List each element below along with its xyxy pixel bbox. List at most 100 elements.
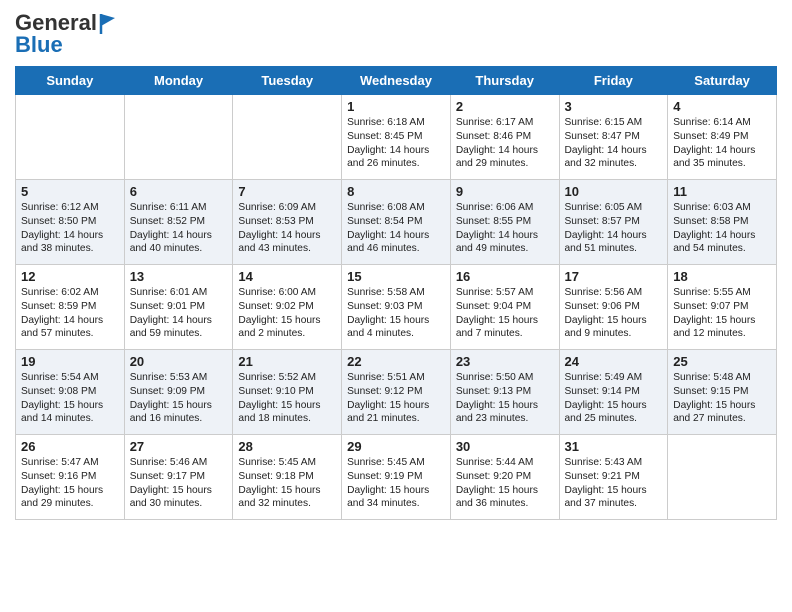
logo-flag-icon xyxy=(99,12,117,34)
cell-info: Sunrise: 5:56 AMSunset: 9:06 PMDaylight:… xyxy=(565,286,663,341)
calendar-cell: 28 Sunrise: 5:45 AMSunset: 9:18 PMDayligh… xyxy=(233,435,342,520)
calendar-cell: 11 Sunrise: 6:03 AMSunset: 8:58 PMDayligh… xyxy=(668,180,777,265)
calendar-cell: 30 Sunrise: 5:44 AMSunset: 9:20 PMDayligh… xyxy=(450,435,559,520)
day-number: 24 xyxy=(565,354,663,369)
day-number: 16 xyxy=(456,269,554,284)
calendar-cell: 20 Sunrise: 5:53 AMSunset: 9:09 PMDayligh… xyxy=(124,350,233,435)
cell-info: Sunrise: 6:01 AMSunset: 9:01 PMDaylight:… xyxy=(130,286,228,341)
weekday-header-sunday: Sunday xyxy=(16,67,125,95)
cell-info: Sunrise: 5:52 AMSunset: 9:10 PMDaylight:… xyxy=(238,371,336,426)
calendar-cell: 25Sunrise: 5:48 AMSunset: 9:15 PMDayligh… xyxy=(668,350,777,435)
weekday-header-friday: Friday xyxy=(559,67,668,95)
cell-info: Sunrise: 5:57 AMSunset: 9:04 PMDaylight:… xyxy=(456,286,554,341)
calendar-cell: 6 Sunrise: 6:11 AMSunset: 8:52 PMDaylight… xyxy=(124,180,233,265)
cell-info: Sunrise: 5:54 AMSunset: 9:08 PMDaylight:… xyxy=(21,371,119,426)
cell-info: Sunrise: 6:18 AMSunset: 8:45 PMDaylight:… xyxy=(347,116,445,171)
calendar-week-row: 1 Sunrise: 6:18 AMSunset: 8:45 PMDaylight… xyxy=(16,95,777,180)
calendar-cell: 19Sunrise: 5:54 AMSunset: 9:08 PMDayligh… xyxy=(16,350,125,435)
cell-info: Sunrise: 6:03 AMSunset: 8:58 PMDaylight:… xyxy=(673,201,771,256)
cell-info: Sunrise: 6:15 AMSunset: 8:47 PMDaylight:… xyxy=(565,116,663,171)
calendar-cell: 10 Sunrise: 6:05 AMSunset: 8:57 PMDayligh… xyxy=(559,180,668,265)
day-number: 18 xyxy=(673,269,771,284)
calendar-cell: 17 Sunrise: 5:56 AMSunset: 9:06 PMDayligh… xyxy=(559,265,668,350)
calendar-cell: 23Sunrise: 5:50 AMSunset: 9:13 PMDayligh… xyxy=(450,350,559,435)
calendar-cell: 12 Sunrise: 6:02 AMSunset: 8:59 PMDayligh… xyxy=(16,265,125,350)
calendar-cell: 26 Sunrise: 5:47 AMSunset: 9:16 PMDayligh… xyxy=(16,435,125,520)
calendar-cell: 2 Sunrise: 6:17 AMSunset: 8:46 PMDaylight… xyxy=(450,95,559,180)
day-number: 9 xyxy=(456,184,554,199)
cell-info: Sunrise: 6:14 AMSunset: 8:49 PMDaylight:… xyxy=(673,116,771,171)
day-number: 25 xyxy=(673,354,771,369)
calendar-cell xyxy=(16,95,125,180)
cell-info: Sunrise: 5:49 AMSunset: 9:14 PMDaylight:… xyxy=(565,371,663,426)
day-number: 27 xyxy=(130,439,228,454)
cell-info: Sunrise: 6:17 AMSunset: 8:46 PMDaylight:… xyxy=(456,116,554,171)
cell-info: Sunrise: 5:45 AMSunset: 9:19 PMDaylight:… xyxy=(347,456,445,511)
calendar-cell: 8Sunrise: 6:08 AMSunset: 8:54 PMDaylight… xyxy=(342,180,451,265)
cell-info: Sunrise: 5:45 AMSunset: 9:18 PMDaylight:… xyxy=(238,456,336,511)
day-number: 23 xyxy=(456,354,554,369)
calendar-cell: 4 Sunrise: 6:14 AMSunset: 8:49 PMDaylight… xyxy=(668,95,777,180)
day-number: 10 xyxy=(565,184,663,199)
calendar-cell: 27 Sunrise: 5:46 AMSunset: 9:17 PMDayligh… xyxy=(124,435,233,520)
day-number: 30 xyxy=(456,439,554,454)
cell-info: Sunrise: 5:58 AMSunset: 9:03 PMDaylight:… xyxy=(347,286,445,341)
cell-info: Sunrise: 6:12 AMSunset: 8:50 PMDaylight:… xyxy=(21,201,119,256)
calendar-cell: 24 Sunrise: 5:49 AMSunset: 9:14 PMDayligh… xyxy=(559,350,668,435)
day-number: 17 xyxy=(565,269,663,284)
day-number: 14 xyxy=(238,269,336,284)
calendar-cell: 9 Sunrise: 6:06 AMSunset: 8:55 PMDaylight… xyxy=(450,180,559,265)
weekday-header-wednesday: Wednesday xyxy=(342,67,451,95)
day-number: 12 xyxy=(21,269,119,284)
calendar-cell: 21 Sunrise: 5:52 AMSunset: 9:10 PMDayligh… xyxy=(233,350,342,435)
calendar-cell: 7Sunrise: 6:09 AMSunset: 8:53 PMDaylight… xyxy=(233,180,342,265)
cell-info: Sunrise: 5:44 AMSunset: 9:20 PMDaylight:… xyxy=(456,456,554,511)
day-number: 5 xyxy=(21,184,119,199)
cell-info: Sunrise: 6:08 AMSunset: 8:54 PMDaylight:… xyxy=(347,201,445,256)
weekday-header-tuesday: Tuesday xyxy=(233,67,342,95)
calendar-cell xyxy=(668,435,777,520)
cell-info: Sunrise: 5:55 AMSunset: 9:07 PMDaylight:… xyxy=(673,286,771,341)
calendar-week-row: 5 Sunrise: 6:12 AMSunset: 8:50 PMDaylight… xyxy=(16,180,777,265)
day-number: 20 xyxy=(130,354,228,369)
calendar-week-row: 19Sunrise: 5:54 AMSunset: 9:08 PMDayligh… xyxy=(16,350,777,435)
page-header: General Blue xyxy=(15,10,777,58)
cell-info: Sunrise: 5:46 AMSunset: 9:17 PMDaylight:… xyxy=(130,456,228,511)
calendar-cell: 29 Sunrise: 5:45 AMSunset: 9:19 PMDayligh… xyxy=(342,435,451,520)
day-number: 26 xyxy=(21,439,119,454)
cell-info: Sunrise: 6:11 AMSunset: 8:52 PMDaylight:… xyxy=(130,201,228,256)
day-number: 29 xyxy=(347,439,445,454)
day-number: 13 xyxy=(130,269,228,284)
cell-info: Sunrise: 6:02 AMSunset: 8:59 PMDaylight:… xyxy=(21,286,119,341)
calendar-cell: 22Sunrise: 5:51 AMSunset: 9:12 PMDayligh… xyxy=(342,350,451,435)
calendar-cell: 14 Sunrise: 6:00 AMSunset: 9:02 PMDayligh… xyxy=(233,265,342,350)
day-number: 28 xyxy=(238,439,336,454)
day-number: 3 xyxy=(565,99,663,114)
day-number: 6 xyxy=(130,184,228,199)
day-number: 11 xyxy=(673,184,771,199)
day-number: 31 xyxy=(565,439,663,454)
cell-info: Sunrise: 6:05 AMSunset: 8:57 PMDaylight:… xyxy=(565,201,663,256)
cell-info: Sunrise: 5:53 AMSunset: 9:09 PMDaylight:… xyxy=(130,371,228,426)
day-number: 15 xyxy=(347,269,445,284)
day-number: 21 xyxy=(238,354,336,369)
day-number: 1 xyxy=(347,99,445,114)
calendar-cell: 5 Sunrise: 6:12 AMSunset: 8:50 PMDaylight… xyxy=(16,180,125,265)
calendar-cell xyxy=(124,95,233,180)
calendar-week-row: 26 Sunrise: 5:47 AMSunset: 9:16 PMDayligh… xyxy=(16,435,777,520)
day-number: 4 xyxy=(673,99,771,114)
cell-info: Sunrise: 6:00 AMSunset: 9:02 PMDaylight:… xyxy=(238,286,336,341)
cell-info: Sunrise: 6:06 AMSunset: 8:55 PMDaylight:… xyxy=(456,201,554,256)
cell-info: Sunrise: 5:47 AMSunset: 9:16 PMDaylight:… xyxy=(21,456,119,511)
weekday-header-thursday: Thursday xyxy=(450,67,559,95)
weekday-header-monday: Monday xyxy=(124,67,233,95)
day-number: 7 xyxy=(238,184,336,199)
day-number: 2 xyxy=(456,99,554,114)
weekday-header-row: SundayMondayTuesdayWednesdayThursdayFrid… xyxy=(16,67,777,95)
cell-info: Sunrise: 5:43 AMSunset: 9:21 PMDaylight:… xyxy=(565,456,663,511)
calendar-week-row: 12 Sunrise: 6:02 AMSunset: 8:59 PMDayligh… xyxy=(16,265,777,350)
calendar-cell: 18 Sunrise: 5:55 AMSunset: 9:07 PMDayligh… xyxy=(668,265,777,350)
calendar-cell: 3 Sunrise: 6:15 AMSunset: 8:47 PMDaylight… xyxy=(559,95,668,180)
calendar-cell xyxy=(233,95,342,180)
logo: General Blue xyxy=(15,10,117,58)
